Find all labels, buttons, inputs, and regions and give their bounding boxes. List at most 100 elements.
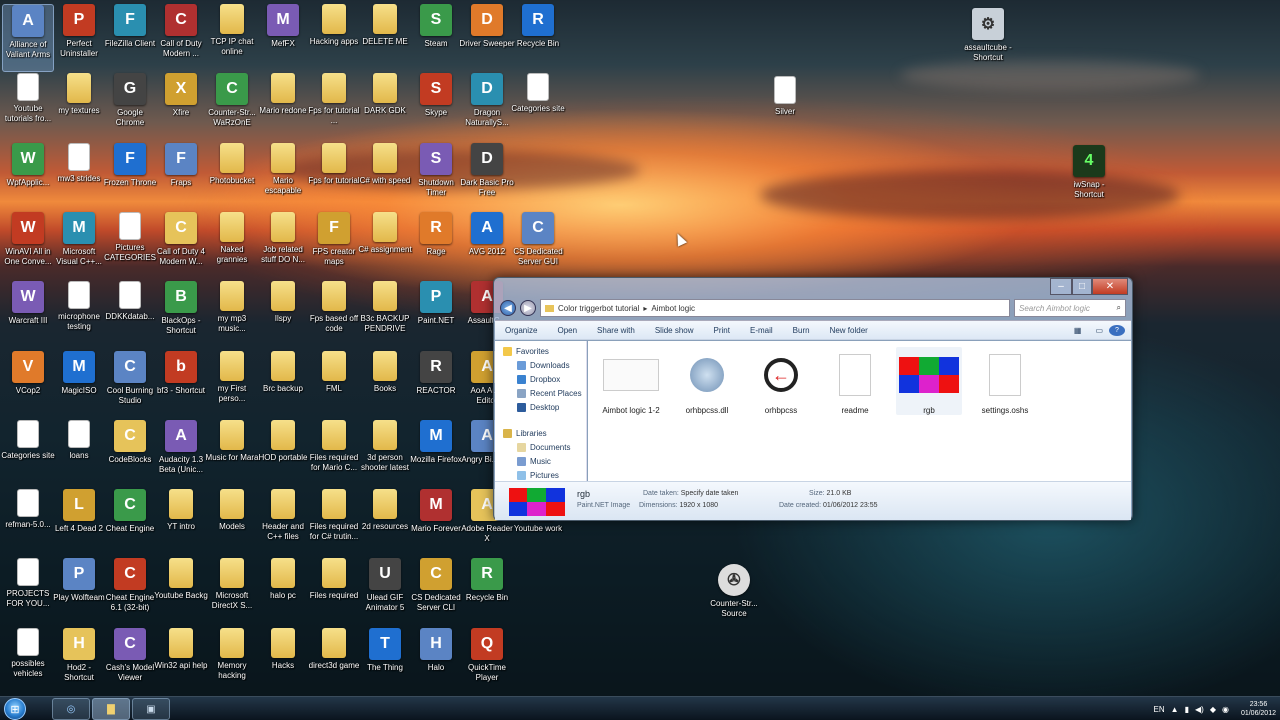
minimize-button[interactable]: – xyxy=(1050,278,1072,295)
network-icon[interactable]: ▮ xyxy=(1185,705,1189,714)
volume-icon[interactable]: ◀) xyxy=(1195,705,1204,714)
desktop-icon[interactable]: Win32 api help xyxy=(155,627,207,696)
desktop-icon[interactable]: H Hod2 - Shortcut xyxy=(53,627,105,696)
help-icon[interactable]: ? xyxy=(1109,324,1125,336)
nav-libraries[interactable]: Libraries xyxy=(495,426,586,440)
email-button[interactable]: E-mail xyxy=(740,326,783,335)
desktop-icon[interactable]: C Cash's Model Viewer xyxy=(104,627,156,696)
desktop-icon[interactable]: L Left 4 Dead 2 xyxy=(53,489,105,557)
organize-button[interactable]: Organize xyxy=(495,326,547,335)
desktop-icon[interactable]: B3c BACKUP PENDRIVE xyxy=(359,281,411,349)
desktop-icon[interactable]: Naked grannies xyxy=(206,211,258,280)
start-button[interactable]: ⊞ xyxy=(4,698,26,720)
nav-music[interactable]: Music xyxy=(495,454,586,468)
desktop-icon[interactable]: Youtube tutorials fro... xyxy=(2,73,54,141)
desktop-icon[interactable]: M MagicISO xyxy=(53,350,105,419)
desktop-icon[interactable]: R REACTOR xyxy=(410,350,462,419)
desktop-icon[interactable]: P Play Wolfteam xyxy=(53,558,105,626)
desktop-icon[interactable]: microphone testing xyxy=(53,281,105,349)
desktop-icon[interactable]: C# with speed xyxy=(359,142,411,211)
nav-documents[interactable]: Documents xyxy=(495,440,586,454)
desktop-icon[interactable]: G Google Chrome xyxy=(104,73,156,141)
desktop-icon[interactable]: T The Thing xyxy=(359,627,411,696)
desktop-icon[interactable]: DDKKdatab... xyxy=(104,281,156,349)
desktop-icon[interactable]: W WpfApplic... xyxy=(2,142,54,211)
desktop-icon[interactable]: refman-5.0... xyxy=(2,489,54,557)
tray-app-icon[interactable]: ◉ xyxy=(1222,705,1229,714)
desktop-icon[interactable]: 2d resources xyxy=(359,489,411,557)
desktop-icon[interactable]: S Skype xyxy=(410,73,462,141)
field-value[interactable]: Specify date taken xyxy=(681,490,739,497)
nav-dropbox[interactable]: Dropbox xyxy=(495,372,586,386)
desktop-icon[interactable]: Memory hacking xyxy=(206,627,258,696)
forward-button[interactable]: ▶ xyxy=(520,300,536,316)
desktop-icon[interactable]: my First perso... xyxy=(206,350,258,419)
breadcrumb-item[interactable]: Aimbot logic xyxy=(651,304,695,313)
desktop-icon[interactable]: Categories site xyxy=(511,73,565,141)
desktop-icon[interactable]: Files required xyxy=(308,558,360,626)
desktop-icon[interactable]: C Call of Duty 4 Modern W... xyxy=(155,211,207,280)
desktop-icon[interactable]: Music for Mara xyxy=(206,419,258,488)
desktop-icon[interactable]: PROJECTS FOR YOU... xyxy=(2,558,54,626)
desktop-icon[interactable]: U Ulead GIF Animator 5 xyxy=(359,558,411,626)
desktop-icon[interactable]: Files required for C# trutin... xyxy=(308,489,360,557)
desktop-icon[interactable]: C Cheat Engine 6.1 (32-bit) xyxy=(104,558,156,626)
desktop-icon[interactable]: R Recycle Bin xyxy=(512,4,564,72)
nav-recent-places[interactable]: Recent Places xyxy=(495,386,586,400)
taskbar-explorer-button[interactable]: ▇ xyxy=(92,698,130,720)
desktop-icon[interactable]: Fps based off code xyxy=(308,281,360,349)
new-folder-button[interactable]: New folder xyxy=(820,326,878,335)
desktop-icon[interactable]: C CodeBlocks xyxy=(104,419,156,488)
desktop-icon[interactable]: M Mario Forever xyxy=(410,489,462,557)
desktop-icon[interactable]: C CS Dedicated Server CLI xyxy=(410,558,462,626)
desktop-icon[interactable]: F Fraps xyxy=(155,142,207,211)
file-item[interactable]: orhbpcss.dll xyxy=(674,347,740,415)
desktop-icon[interactable]: D Dragon NaturallyS... xyxy=(461,73,513,141)
desktop-icon[interactable]: b bf3 - Shortcut xyxy=(155,350,207,419)
desktop-icon[interactable]: Mario escapable xyxy=(257,142,309,211)
desktop-icon[interactable]: D Driver Sweeper xyxy=(459,4,515,72)
desktop-icon[interactable]: C Cheat Engine xyxy=(104,489,156,557)
file-list[interactable]: Aimbot logic 1-2 orhbpcss.dll ← orhbpcss… xyxy=(588,341,1131,481)
desktop-icon[interactable]: mw3 strides xyxy=(53,142,105,211)
desktop-icon[interactable]: Microsoft DirectX S... xyxy=(206,558,258,626)
desktop-icon[interactable]: M MefFX xyxy=(257,4,309,72)
desktop-icon[interactable]: S Steam xyxy=(410,4,462,72)
desktop-icon[interactable]: halo pc xyxy=(257,558,309,626)
desktop-icon[interactable]: 3d person shooter latest xyxy=(359,419,411,488)
desktop-icon[interactable]: my textures xyxy=(53,73,105,141)
desktop-icon[interactable]: A Audacity 1.3 Beta (Unic... xyxy=(155,419,207,488)
desktop-icon[interactable]: W WinAVI All in One Conve... xyxy=(2,211,54,280)
nav-pictures[interactable]: Pictures xyxy=(495,468,586,481)
desktop-icon[interactable]: Fps for tutorial xyxy=(308,142,360,211)
desktop-icon[interactable]: possibles vehicles xyxy=(2,627,54,696)
desktop-icon[interactable]: C# assignment xyxy=(358,211,412,280)
share-with-button[interactable]: Share with xyxy=(587,326,645,335)
preview-pane-icon[interactable]: ▭ xyxy=(1089,326,1109,335)
desktop-icon[interactable]: A AVG 2012 xyxy=(461,211,513,280)
desktop-icon[interactable]: TCP IP chat online xyxy=(206,4,258,72)
desktop-icon[interactable]: H Halo xyxy=(410,627,462,696)
desktop-icon[interactable]: loans xyxy=(53,419,105,488)
desktop-icon[interactable]: D Dark Basic Pro Free xyxy=(460,142,514,211)
file-item[interactable]: settings.oshs xyxy=(972,347,1038,415)
explorer-window[interactable]: – □ ✕ ◀ ▶ Color triggerbot tutorial ▸ Ai… xyxy=(493,277,1133,521)
nav-desktop[interactable]: Desktop xyxy=(495,400,586,414)
close-button[interactable]: ✕ xyxy=(1092,278,1128,295)
desktop-icon[interactable]: C Call of Duty Modern ... xyxy=(155,4,207,72)
desktop-icon[interactable]: V VCop2 xyxy=(2,350,54,419)
slide-show-button[interactable]: Slide show xyxy=(645,326,704,335)
back-button[interactable]: ◀ xyxy=(500,300,516,316)
desktop-icon[interactable]: X Xfire xyxy=(155,73,207,141)
desktop-icon[interactable]: C CS Dedicated Server GUI xyxy=(512,211,564,280)
taskbar-app-button[interactable]: ◎ xyxy=(52,698,90,720)
print-button[interactable]: Print xyxy=(704,326,740,335)
desktop-icon[interactable]: Photobucket xyxy=(206,142,258,211)
clock[interactable]: 23:56 01/06/2012 xyxy=(1241,700,1276,718)
desktop-icon[interactable]: Mario redone xyxy=(257,73,309,141)
desktop-icon[interactable]: M Mozilla Firefox xyxy=(410,419,462,488)
desktop-icon[interactable]: R Rage xyxy=(410,211,462,280)
desktop-icon[interactable]: Categories site xyxy=(1,419,55,488)
breadcrumb-item[interactable]: Color triggerbot tutorial xyxy=(558,304,639,313)
desktop-icon-silver[interactable]: Silver xyxy=(759,76,811,144)
